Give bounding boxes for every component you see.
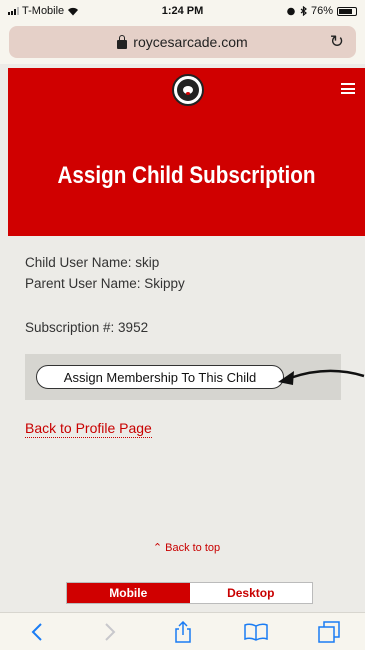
- bluetooth-icon: [300, 6, 307, 16]
- tabs-icon[interactable]: [315, 618, 343, 646]
- mobile-view-button[interactable]: Mobile: [67, 583, 190, 603]
- alarm-icon: [287, 7, 295, 16]
- annotation-arrow-icon: [278, 369, 365, 385]
- status-left: T-Mobile: [8, 5, 79, 17]
- browser-toolbar: [0, 612, 365, 650]
- back-to-profile-link[interactable]: Back to Profile Page: [25, 420, 152, 438]
- url-text: roycesarcade.com: [133, 34, 248, 50]
- site-header: Assign Child Subscription: [8, 68, 365, 236]
- signal-icon: [8, 7, 19, 15]
- subscription-number: Subscription #: 3952: [25, 320, 149, 335]
- wifi-icon: [68, 7, 79, 15]
- page-title: Assign Child Subscription: [57, 162, 316, 189]
- battery-percent: 76%: [310, 5, 333, 17]
- lock-icon: [117, 34, 128, 49]
- back-to-top-label: Back to top: [165, 542, 221, 554]
- status-right: 76%: [286, 5, 357, 17]
- assign-membership-button[interactable]: Assign Membership To This Child: [36, 365, 284, 389]
- reload-icon[interactable]: ↻: [330, 32, 344, 52]
- back-to-top-link[interactable]: ⌃ Back to top: [8, 541, 365, 554]
- desktop-view-button[interactable]: Desktop: [189, 583, 312, 603]
- parent-user-name: Parent User Name: Skippy: [25, 276, 185, 291]
- main-content: Child User Name: skip Parent User Name: …: [8, 236, 365, 610]
- forward-arrow-icon[interactable]: [96, 618, 124, 646]
- battery-icon: [337, 6, 357, 16]
- carrier-label: T-Mobile: [22, 5, 65, 17]
- chevron-up-icon: ⌃: [152, 542, 163, 554]
- child-user-name: Child User Name: skip: [25, 255, 160, 270]
- bookmarks-icon[interactable]: [242, 618, 270, 646]
- share-icon[interactable]: [169, 618, 197, 646]
- menu-icon[interactable]: [341, 83, 355, 94]
- view-switch: Mobile Desktop: [66, 582, 313, 604]
- browser-url-area: roycesarcade.com ↻: [0, 22, 365, 64]
- address-bar[interactable]: roycesarcade.com ↻: [9, 26, 356, 58]
- site-logo[interactable]: [172, 74, 204, 106]
- back-arrow-icon[interactable]: [23, 618, 51, 646]
- status-bar: T-Mobile 1:24 PM 76%: [0, 0, 365, 22]
